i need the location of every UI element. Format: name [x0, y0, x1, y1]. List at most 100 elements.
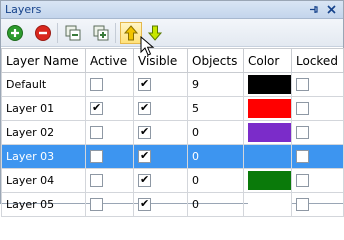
objects-count-cell: 9 [187, 72, 244, 97]
visible-checkbox[interactable]: ✔ [138, 125, 151, 140]
active-checkbox[interactable]: ✔ [90, 101, 103, 116]
color-cell[interactable] [243, 192, 292, 217]
active-cell [85, 72, 134, 97]
active-checkbox[interactable] [90, 198, 103, 212]
locked-cell [291, 96, 344, 121]
checkmark-icon: ✔ [140, 77, 150, 91]
objects-count-cell: 0 [187, 144, 244, 169]
layer-name-cell[interactable]: Layer 05 [1, 192, 86, 217]
active-checkbox[interactable] [90, 150, 103, 164]
layer-row[interactable]: Layer 05 ✔ 0 [1, 192, 344, 217]
close-icon[interactable] [325, 3, 338, 16]
copy-layer-button[interactable] [62, 22, 84, 44]
toolbar-separator [57, 23, 58, 43]
visible-checkbox[interactable]: ✔ [138, 101, 151, 116]
visible-cell: ✔ [133, 96, 188, 121]
paste-layer-icon [93, 25, 109, 41]
locked-checkbox[interactable] [296, 78, 309, 92]
visible-cell: ✔ [133, 192, 188, 217]
locked-cell [291, 168, 344, 193]
layer-name-cell[interactable]: Layer 03 [1, 144, 86, 169]
header-row: Layer Name Active Visible Objects Color … [1, 48, 344, 73]
active-cell [85, 120, 134, 145]
visible-checkbox[interactable]: ✔ [138, 77, 151, 92]
locked-checkbox[interactable] [296, 198, 309, 212]
add-layer-icon [7, 25, 23, 41]
active-cell: ✔ [85, 96, 134, 121]
copy-layer-icon [65, 25, 81, 41]
visible-cell: ✔ [133, 144, 188, 169]
locked-cell [291, 144, 344, 169]
layer-row[interactable]: Layer 04 ✔ 0 [1, 168, 344, 193]
locked-cell [291, 192, 344, 217]
column-header-color[interactable]: Color [243, 48, 292, 73]
layers-table: Layer Name Active Visible Objects Color … [1, 48, 344, 217]
locked-checkbox[interactable] [296, 126, 309, 140]
toolbar [1, 19, 343, 47]
active-checkbox[interactable] [90, 174, 103, 188]
layer-row[interactable]: Layer 01 ✔ ✔ 5 [1, 96, 344, 121]
layer-row[interactable]: Default ✔ 9 [1, 72, 344, 97]
objects-count-cell: 0 [187, 120, 244, 145]
checkmark-icon: ✔ [140, 197, 150, 211]
toolbar-separator [115, 23, 116, 43]
layer-name-cell[interactable]: Layer 01 [1, 96, 86, 121]
visible-cell: ✔ [133, 72, 188, 97]
paste-layer-button[interactable] [90, 22, 112, 44]
locked-cell [291, 72, 344, 97]
checkmark-icon: ✔ [140, 173, 150, 187]
move-up-icon [123, 25, 139, 41]
title-bar: Layers [1, 1, 343, 19]
objects-count-cell: 0 [187, 192, 244, 217]
locked-cell [291, 120, 344, 145]
active-checkbox[interactable] [90, 78, 103, 92]
visible-checkbox[interactable]: ✔ [138, 173, 151, 188]
checkmark-icon: ✔ [140, 125, 150, 139]
layer-name-cell[interactable]: Default [1, 72, 86, 97]
color-swatch[interactable] [248, 99, 291, 118]
mouse-cursor-icon [140, 36, 155, 56]
column-header-objects[interactable]: Objects [187, 48, 244, 73]
layer-name-cell[interactable]: Layer 04 [1, 168, 86, 193]
locked-checkbox[interactable] [296, 102, 309, 116]
checkmark-icon: ✔ [140, 149, 150, 163]
panel-title: Layers [5, 3, 42, 16]
visible-cell: ✔ [133, 168, 188, 193]
add-layer-button[interactable] [4, 22, 26, 44]
delete-layer-icon [35, 25, 51, 41]
objects-count-cell: 5 [187, 96, 244, 121]
checkmark-icon: ✔ [92, 101, 102, 115]
active-cell [85, 192, 134, 217]
color-swatch[interactable] [248, 195, 291, 214]
layer-name-cell[interactable]: Layer 02 [1, 120, 86, 145]
color-cell[interactable] [243, 144, 292, 169]
layers-grid: Layer Name Active Visible Objects Color … [1, 48, 344, 217]
checkmark-icon: ✔ [140, 101, 150, 115]
objects-count-cell: 0 [187, 168, 244, 193]
layer-row[interactable]: Layer 03 ✔ 0 [1, 144, 344, 169]
visible-checkbox[interactable]: ✔ [138, 197, 151, 212]
column-header-active[interactable]: Active [85, 48, 134, 73]
delete-layer-button[interactable] [32, 22, 54, 44]
color-swatch[interactable] [248, 147, 291, 166]
color-swatch[interactable] [248, 171, 291, 190]
color-swatch[interactable] [248, 123, 291, 142]
color-cell[interactable] [243, 120, 292, 145]
color-swatch[interactable] [248, 75, 291, 94]
layer-row[interactable]: Layer 02 ✔ 0 [1, 120, 344, 145]
column-header-locked[interactable]: Locked [291, 48, 344, 73]
locked-checkbox[interactable] [296, 150, 309, 164]
active-cell [85, 168, 134, 193]
layers-panel: Layers Layer Name Active Visible Objects… [0, 0, 344, 217]
move-up-button[interactable] [120, 22, 142, 44]
active-cell [85, 144, 134, 169]
visible-checkbox[interactable]: ✔ [138, 149, 151, 164]
column-header-layer-name[interactable]: Layer Name [1, 48, 86, 73]
locked-checkbox[interactable] [296, 174, 309, 188]
color-cell[interactable] [243, 168, 292, 193]
color-cell[interactable] [243, 96, 292, 121]
pin-icon[interactable] [307, 3, 320, 16]
active-checkbox[interactable] [90, 126, 103, 140]
color-cell[interactable] [243, 72, 292, 97]
visible-cell: ✔ [133, 120, 188, 145]
